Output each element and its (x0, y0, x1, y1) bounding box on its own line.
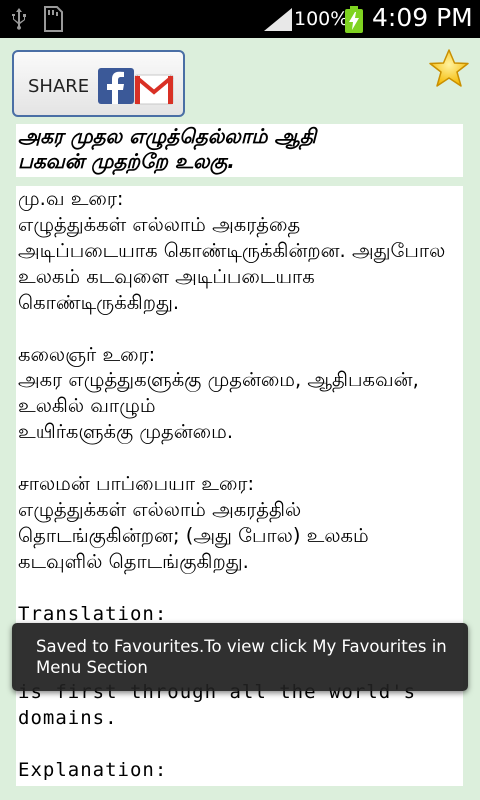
mu-va-line: எழுத்துக்கள் எல்லாம் அகரத்தை (18, 212, 301, 236)
mu-va-line: உலகம் கடவுளை அடிப்படையாக (18, 264, 315, 288)
explanation-heading: Explanation: (18, 758, 168, 781)
kural-line-2: பகவன் முதற்றே உலகு. (18, 149, 235, 173)
mu-va-heading: மு.வ உரை: (18, 187, 124, 210)
usb-icon (12, 8, 26, 30)
facebook-icon (98, 68, 134, 104)
mu-va-line: கொண்டிருக்கிறது. (18, 290, 180, 314)
kalaignar-line: அகர எழுத்துகளுக்கு முதன்மை, ஆதிபகவன், (18, 368, 419, 392)
share-button[interactable]: SHARE (12, 50, 185, 117)
kalaignar-line: உலகில் வாழும் (18, 394, 156, 418)
sd-card-icon (44, 6, 63, 32)
toast-notification: Saved to Favourites.To view click My Fav… (12, 623, 468, 691)
gmail-icon (134, 74, 174, 105)
salaman-heading: சாலமன் பாப்பையா உரை: (18, 472, 255, 496)
kural-line-1: அகர முதல எழுத்தெல்லாம் ஆதி (18, 124, 317, 148)
toast-message: Saved to Favourites.To view click My Fav… (36, 637, 447, 677)
share-label: SHARE (28, 76, 90, 97)
salaman-line: எழுத்துக்கள் எல்லாம் அகரத்தில் (18, 498, 302, 522)
battery-charging-icon (345, 6, 363, 33)
kalaignar-line: உயிர்களுக்கு முதன்மை. (18, 420, 234, 444)
clock: 4:09 PM (372, 3, 473, 32)
translation-line: domains. (18, 706, 118, 729)
status-bar: 100% 4:09 PM (0, 0, 480, 38)
salaman-line: கடவுளில் தொடங்குகிறது. (18, 549, 249, 573)
commentary-panel: மு.வ உரை: எழுத்துக்கள் எல்லாம் அகரத்தை அ… (16, 186, 463, 786)
salaman-line: தொடங்குகின்றன; (அது போல) உலகம் (18, 523, 369, 547)
kalaignar-heading: கலைஞர் உரை: (18, 342, 156, 366)
kural-panel: அகர முதல எழுத்தெல்லாம் ஆதி பகவன் முதற்றே… (16, 124, 463, 177)
star-icon[interactable] (428, 48, 470, 90)
mu-va-line: அடிப்படையாக கொண்டிருக்கின்றன. அதுபோல (18, 238, 446, 262)
battery-percent: 100% (294, 8, 349, 30)
signal-icon (264, 8, 292, 31)
